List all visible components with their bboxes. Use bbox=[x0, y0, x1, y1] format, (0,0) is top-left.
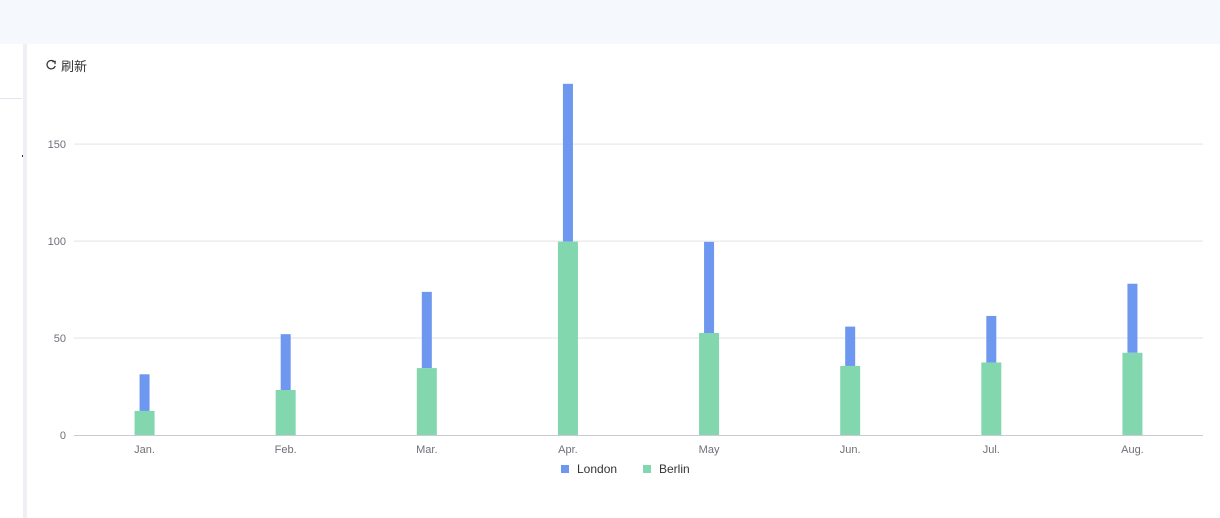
bar-london bbox=[280, 334, 291, 391]
bar-berlin bbox=[1122, 352, 1143, 435]
x-tick-label: Jun. bbox=[840, 444, 861, 456]
x-tick-label: May bbox=[699, 444, 720, 456]
bar-london bbox=[139, 374, 150, 411]
bar-london bbox=[704, 241, 715, 333]
legend[interactable]: London Berlin bbox=[561, 462, 690, 476]
bar-berlin bbox=[416, 368, 437, 435]
x-tick-label: Jan. bbox=[134, 444, 155, 456]
bar-berlin bbox=[275, 390, 296, 435]
bar-london bbox=[1127, 283, 1138, 353]
y-tick-label: 50 bbox=[54, 333, 66, 345]
x-tick-label: Mar. bbox=[416, 444, 437, 456]
bar-berlin bbox=[981, 362, 1002, 435]
bar-berlin bbox=[699, 332, 720, 435]
legend-swatch bbox=[561, 465, 569, 473]
grid-lines bbox=[74, 143, 1203, 339]
bar-chart: 0 50 100 150 Jan. Feb. Mar. Apr. May Jun. Jul. Aug… bbox=[48, 83, 1203, 476]
bar-london bbox=[421, 291, 432, 369]
bar-london bbox=[986, 315, 997, 363]
y-tick-label: 150 bbox=[48, 139, 66, 151]
x-tick-label: Aug. bbox=[1121, 444, 1144, 456]
bar-london bbox=[845, 326, 856, 366]
x-axis: Jan. Feb. Mar. Apr. May Jun. Jul. Aug. bbox=[74, 435, 1203, 456]
legend-label[interactable]: Berlin bbox=[659, 462, 690, 476]
bar-london bbox=[562, 83, 573, 242]
bar-berlin bbox=[840, 365, 861, 435]
x-tick-label: Apr. bbox=[558, 444, 578, 456]
y-tick-label: 0 bbox=[60, 430, 66, 442]
x-tick-label: Jul. bbox=[983, 444, 1000, 456]
bar-berlin bbox=[134, 410, 155, 435]
legend-label[interactable]: London bbox=[577, 462, 617, 476]
bars bbox=[134, 83, 1143, 435]
legend-swatch bbox=[643, 465, 651, 473]
x-tick-label: Feb. bbox=[275, 444, 297, 456]
y-tick-label: 100 bbox=[48, 236, 66, 248]
y-axis-ticks: 0 50 100 150 bbox=[48, 139, 66, 442]
bar-berlin bbox=[557, 241, 578, 435]
